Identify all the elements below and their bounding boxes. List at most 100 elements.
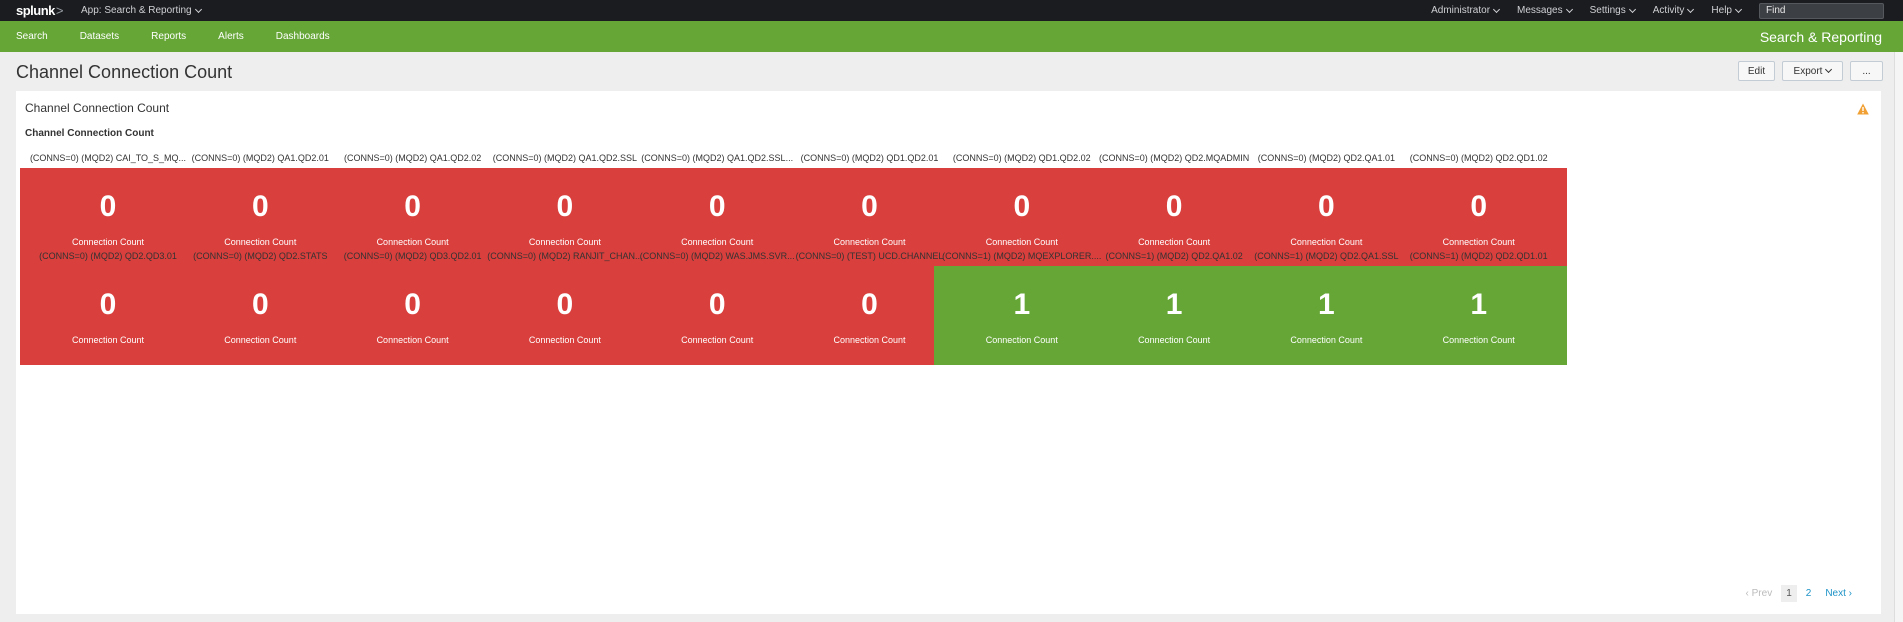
tile-value: 0 — [404, 288, 421, 321]
pagination: ‹ Prev 1 2 Next › — [1737, 585, 1857, 602]
next-label: Next — [1825, 588, 1846, 599]
edit-button[interactable]: Edit — [1738, 61, 1775, 81]
tile-caption: Connection Count — [681, 237, 754, 247]
find-input[interactable] — [1759, 2, 1884, 19]
single-value-tile[interactable]: (CONNS=0) (MQD2) QD2.QD3.01 0 Connection C… — [20, 250, 196, 365]
single-value-tile[interactable]: (CONNS=1) (MQD2) QD2.QA1.SSL 1 Connection … — [1238, 250, 1415, 365]
tile-value: 0 — [1165, 190, 1183, 223]
tile-value-box[interactable]: 0 Connection Count — [172, 266, 349, 365]
nav-alerts[interactable]: Alerts — [218, 31, 244, 42]
tile-caption: Connection Count — [71, 237, 145, 247]
tile-value: 0 — [861, 190, 878, 223]
more-actions-button[interactable]: ... — [1850, 61, 1883, 81]
tile-label: (CONNS=0) (TEST) UCD.CHANNEL — [795, 251, 944, 261]
tile-value: 0 — [99, 288, 117, 321]
tile-value: 1 — [1470, 288, 1488, 321]
prev-page-button[interactable]: ‹ Prev — [1741, 585, 1778, 602]
tile-label: (CONNS=0) (MQD2) QA1.QD2.01 — [191, 153, 329, 163]
tile-caption: Connection Count — [833, 237, 906, 247]
top-right-menus: Administrator Messages Settings Activity… — [1431, 0, 1903, 21]
tile-value: 0 — [556, 190, 574, 223]
single-value-tile[interactable]: (CONNS=0) (MQD2) RANJIT_CHAN... 0 Connecti… — [476, 250, 653, 365]
tile-label: (CONNS=1) (MQD2) MQEXPLORER.... — [942, 251, 1102, 261]
single-value-tile[interactable]: (CONNS=1) (MQD2) QD2.QD1.01 1 Connection C… — [1390, 250, 1567, 365]
page-title: Channel Connection Count — [16, 62, 233, 82]
single-value-tile[interactable]: (CONNS=1) (MQD2) QD2.QA1.02 1 Connection C… — [1086, 250, 1263, 365]
tile-caption: Connection Count — [376, 237, 449, 247]
menu-activity[interactable]: Activity — [1653, 5, 1695, 16]
nav-search[interactable]: Search — [16, 31, 48, 42]
app-nav-bar: Search Datasets Reports Alerts Dashboard… — [0, 21, 1903, 52]
tile-label: (CONNS=1) (MQD2) QD2.QD1.01 — [1409, 251, 1548, 261]
chevron-down-icon — [1825, 65, 1833, 74]
tile-value: 0 — [99, 190, 117, 223]
tile-label: (CONNS=0) (MQD2) RANJIT_CHAN... — [487, 251, 643, 261]
export-label: Export — [1793, 65, 1823, 77]
page-scrollbar[interactable] — [1894, 52, 1903, 622]
tile-value-box[interactable]: 0 Connection Count — [476, 266, 653, 365]
tile-caption: Connection Count — [71, 335, 145, 345]
tile-label: (CONNS=1) (MQD2) QD2.QA1.SSL — [1254, 251, 1399, 261]
top-bar: splunk> App: Search & Reporting Administ… — [0, 0, 1903, 21]
menu-label: Help — [1711, 5, 1732, 16]
logo-text: splunk — [16, 3, 55, 18]
menu-settings[interactable]: Settings — [1589, 5, 1636, 16]
single-value-tile[interactable]: (CONNS=0) (MQD2) WAS.JMS.SVR... 0 Connecti… — [629, 250, 806, 365]
menu-label: Settings — [1589, 5, 1626, 16]
prev-label: Prev — [1751, 588, 1773, 599]
tile-caption: Connection Count — [376, 335, 449, 345]
tile-label: (CONNS=0) (MQD2) QA1.QD2.SSL... — [641, 153, 794, 163]
page-2-button[interactable]: 2 — [1801, 585, 1817, 602]
tile-value-box[interactable]: 1 Connection Count — [933, 266, 1110, 365]
splunk-logo[interactable]: splunk> — [16, 3, 64, 18]
tile-value-box[interactable]: 0 Connection Count — [629, 266, 806, 365]
single-value-tile[interactable]: (CONNS=0) (MQD2) QD3.QD2.01 0 Connection C… — [324, 250, 501, 365]
panel-title: Channel Connection Count — [25, 101, 170, 115]
tile-label: (CONNS=0) (MQD2) QD2.MQADMIN — [1098, 153, 1250, 163]
next-page-button[interactable]: Next › — [1820, 585, 1857, 602]
tile-caption: Connection Count — [224, 335, 297, 345]
tile-value: 0 — [861, 288, 878, 321]
single-value-tile[interactable]: (CONNS=0) (TEST) UCD.CHANNEL 0 Connection … — [781, 250, 958, 365]
single-value-tile[interactable]: (CONNS=0) (MQD2) QD2.STATS 0 Connection Co… — [172, 250, 349, 365]
tile-label: (CONNS=0) (MQD2) QA1.QD2.02 — [343, 153, 482, 163]
tile-label: (CONNS=1) (MQD2) QD2.QA1.02 — [1105, 251, 1243, 261]
tile-label: (CONNS=0) (MQD2) CAI_TO_S_MQ... — [29, 153, 187, 163]
chevron-down-icon — [194, 5, 202, 13]
tile-value-box[interactable]: 1 Connection Count — [1086, 266, 1263, 365]
nav-datasets[interactable]: Datasets — [80, 31, 119, 42]
tile-label: (CONNS=0) (MQD2) QD2.STATS — [193, 251, 328, 261]
tile-value: 0 — [251, 190, 269, 223]
tile-value-box[interactable]: 1 Connection Count — [1238, 266, 1415, 365]
tile-caption: Connection Count — [833, 335, 906, 345]
tile-value-box[interactable]: 0 Connection Count — [20, 266, 196, 365]
tile-value: 0 — [708, 288, 726, 321]
app-title: Search & Reporting — [1759, 28, 1882, 45]
tile-value: 0 — [404, 190, 421, 223]
tile-value-box[interactable]: 0 Connection Count — [781, 266, 958, 365]
app-menu[interactable]: App: Search & Reporting — [81, 5, 202, 16]
tile-value: 0 — [708, 190, 726, 223]
tile-value: 0 — [1013, 190, 1031, 223]
tile-caption: Connection Count — [528, 335, 601, 345]
nav-dashboards[interactable]: Dashboards — [276, 31, 330, 42]
warning-icon[interactable] — [1857, 103, 1869, 115]
tile-value-box[interactable]: 0 Connection Count — [324, 266, 501, 365]
logo-suffix: > — [55, 3, 64, 18]
tile-label: (CONNS=0) (MQD2) QD1.QD2.01 — [800, 153, 939, 163]
menu-messages[interactable]: Messages — [1517, 5, 1573, 16]
visualization-title: Channel Connection Count — [25, 128, 154, 139]
page-1-button[interactable]: 1 — [1781, 585, 1797, 602]
tile-caption: Connection Count — [1138, 237, 1211, 247]
tile-value: 0 — [251, 288, 269, 321]
menu-help[interactable]: Help — [1711, 5, 1743, 16]
nav-reports[interactable]: Reports — [151, 31, 186, 42]
menu-label: Messages — [1517, 5, 1563, 16]
tile-caption: Connection Count — [1138, 335, 1211, 345]
tile-caption: Connection Count — [528, 237, 601, 247]
tile-value-box[interactable]: 1 Connection Count — [1390, 266, 1567, 365]
menu-administrator[interactable]: Administrator — [1431, 5, 1501, 16]
single-value-tile[interactable]: (CONNS=1) (MQD2) MQEXPLORER.... 1 Connecti… — [933, 250, 1110, 365]
export-button[interactable]: Export — [1782, 61, 1843, 81]
tile-caption: Connection Count — [1442, 335, 1515, 345]
